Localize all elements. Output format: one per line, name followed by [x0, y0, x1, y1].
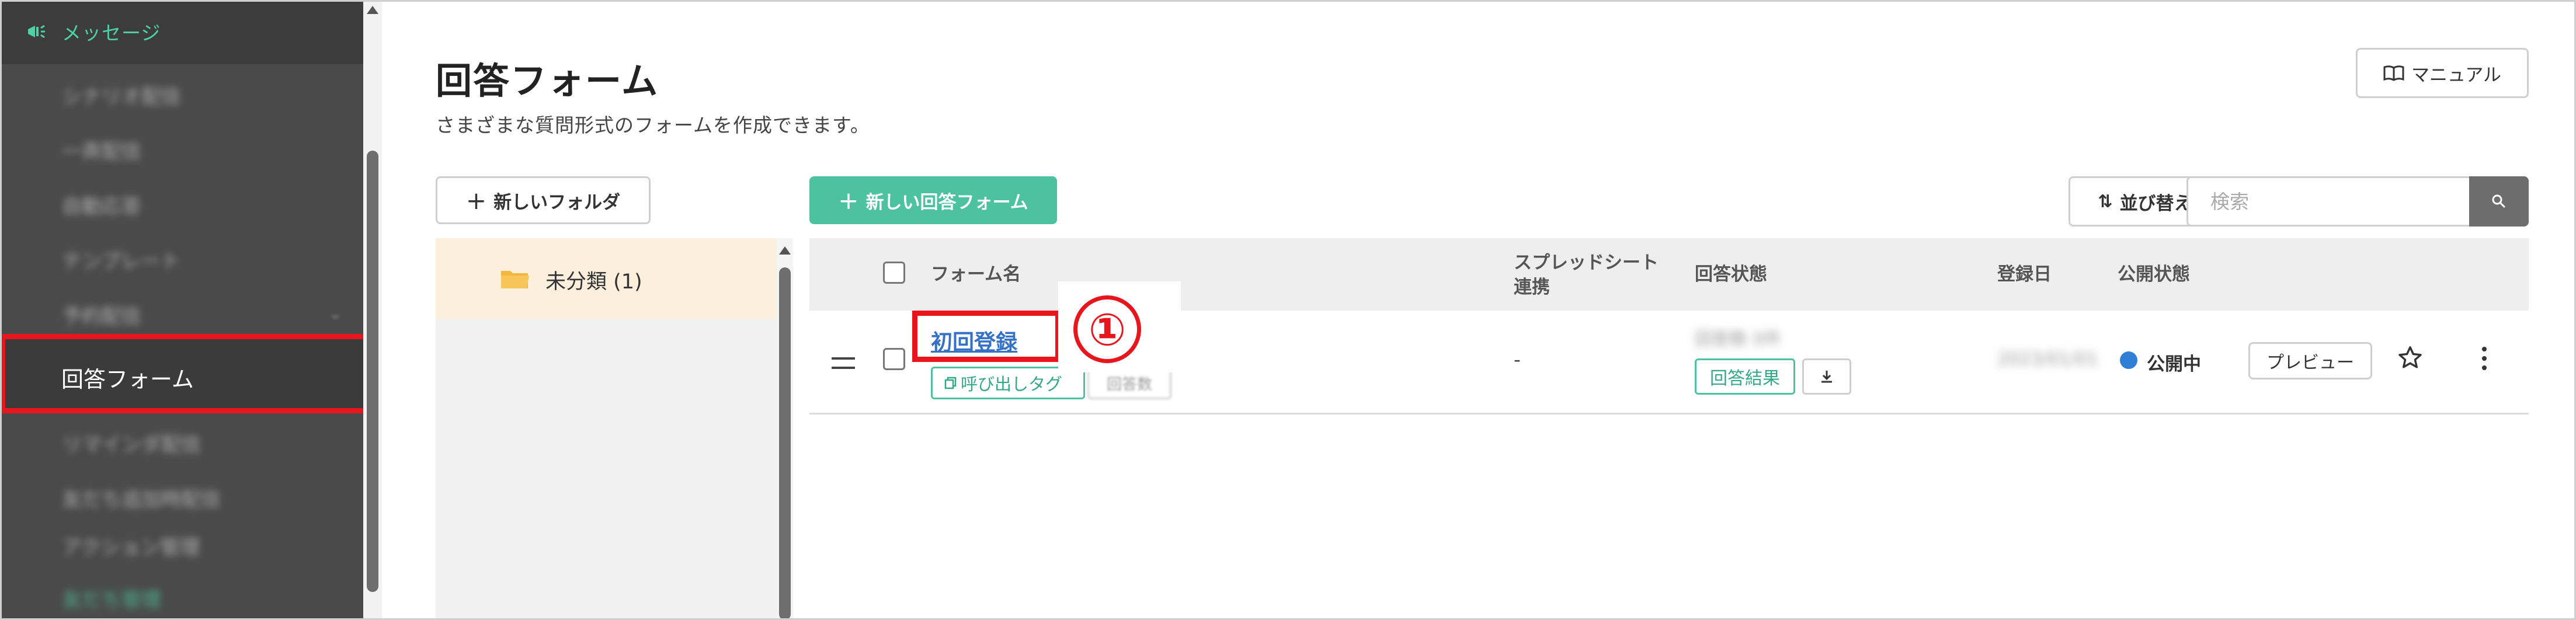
plus-icon: + [465, 186, 487, 215]
search-button[interactable] [2469, 176, 2529, 227]
sidebar-item[interactable]: 自動応答 [0, 174, 363, 229]
sidebar-item-label: シナリオ配信 [62, 85, 181, 109]
step-number-badge: ① [1073, 295, 1141, 363]
sidebar-section-label: メッセージ [62, 22, 161, 44]
search-icon [2492, 194, 2506, 208]
column-header-registered-date[interactable]: 登録日 [1997, 263, 2052, 286]
sort-icon: ⇅ [2098, 191, 2113, 212]
column-header-form-name[interactable]: フォーム名 [931, 263, 1021, 286]
sidebar-item[interactable]: 友だち管理 [0, 567, 363, 620]
sidebar-item-label: 友だち管理 [62, 588, 161, 612]
sidebar-item-label: テンプレート [62, 250, 180, 273]
sort-label: 並び替え [2119, 193, 2192, 214]
preview-button[interactable]: プレビュー [2248, 342, 2372, 379]
sidebar-item[interactable]: アクション管理 [0, 515, 363, 570]
plus-icon: + [838, 186, 859, 215]
sidebar-item-label: リマインダ配信 [62, 433, 201, 457]
answer-result-label: 回答結果 [1710, 368, 1780, 389]
new-folder-button[interactable]: + 新しいフォルダ [436, 176, 651, 224]
scroll-up-arrow-icon[interactable] [367, 6, 378, 14]
search-input[interactable] [2186, 176, 2471, 227]
sidebar-item[interactable]: テンプレート [0, 229, 363, 284]
chevron-down-icon: ⌄ [328, 304, 342, 323]
sidebar-item[interactable]: 予約配信 ⌄ [0, 284, 363, 339]
sidebar-item-label: 一斉配信 [62, 140, 141, 163]
sidebar-item-label: 友だち追加時配信 [62, 488, 221, 511]
new-folder-label: 新しいフォルダ [493, 191, 621, 213]
folder-icon [501, 271, 529, 288]
sidebar-item[interactable]: 友だち追加時配信 [0, 467, 363, 522]
column-header-spreadsheet: スプレッドシート [1514, 252, 1659, 273]
form-name-link[interactable]: 初回登録 [931, 325, 1017, 356]
sidebar-item-label: 予約配信 [62, 305, 141, 328]
row-checkbox[interactable] [883, 348, 905, 370]
sidebar-item[interactable]: シナリオ配信 [0, 64, 363, 119]
sidebar-item[interactable]: リマインダ配信 [0, 412, 363, 467]
answer-summary: 回答数 0件 [1695, 329, 1782, 350]
new-form-button[interactable]: + 新しい回答フォーム [809, 176, 1057, 224]
answer-result-button[interactable]: 回答結果 [1695, 358, 1795, 395]
megaphone-icon [28, 25, 45, 39]
sidebar-scrollbar[interactable] [363, 0, 382, 620]
folder-panel-scrollbar[interactable] [777, 238, 793, 620]
sidebar: メッセージ シナリオ配信 一斉配信 自動応答 テンプレート 予約配信 ⌄ 回答フ… [0, 0, 369, 620]
book-icon [2383, 65, 2404, 81]
sidebar-item-answer-form[interactable]: 回答フォーム [0, 334, 369, 413]
page-subtitle: さまざまな質問形式のフォームを作成できます。 [436, 114, 870, 137]
download-button[interactable] [1802, 358, 1851, 395]
column-header-spreadsheet-line2: 連携 [1514, 277, 1550, 298]
folder-name: 未分類 (1) [545, 270, 642, 294]
publish-status-value: 公開中 [2147, 354, 2201, 375]
preview-label: プレビュー [2266, 353, 2354, 373]
column-header-publish-status: 公開状態 [2118, 264, 2190, 285]
drag-handle-icon[interactable] [832, 357, 855, 369]
spreadsheet-value: - [1514, 348, 1521, 371]
scrollbar-thumb[interactable] [779, 267, 791, 620]
more-options-icon[interactable] [2482, 347, 2488, 375]
new-form-label: 新しい回答フォーム [865, 191, 1028, 213]
call-tag-label: 呼び出しタグ [961, 374, 1063, 394]
manual-button[interactable]: マニュアル [2356, 48, 2529, 98]
sidebar-item-label: 回答フォーム [61, 367, 194, 392]
sidebar-item[interactable]: 一斉配信 [0, 119, 363, 174]
manual-label: マニュアル [2411, 64, 2502, 86]
select-all-checkbox[interactable] [883, 262, 905, 284]
sidebar-item-label: 自動応答 [62, 195, 141, 218]
status-dot-icon [2120, 351, 2137, 369]
star-icon[interactable] [2397, 344, 2424, 371]
sidebar-section-header[interactable]: メッセージ [0, 0, 363, 64]
page-title: 回答フォーム [436, 60, 659, 102]
secondary-tag-label: 回答数 [1106, 375, 1152, 393]
folder-item[interactable]: 未分類 (1) [436, 238, 777, 319]
registered-date-value: 2023/01/01 [1997, 349, 2098, 370]
folder-panel: 未分類 (1) [436, 238, 777, 620]
column-header-answer-status: 回答状態 [1695, 264, 1767, 285]
sidebar-item-label: アクション管理 [62, 536, 200, 559]
scrollbar-thumb[interactable] [367, 151, 378, 592]
scroll-up-arrow-icon[interactable] [779, 246, 791, 255]
copy-icon [944, 377, 957, 389]
download-icon [1821, 371, 1832, 383]
